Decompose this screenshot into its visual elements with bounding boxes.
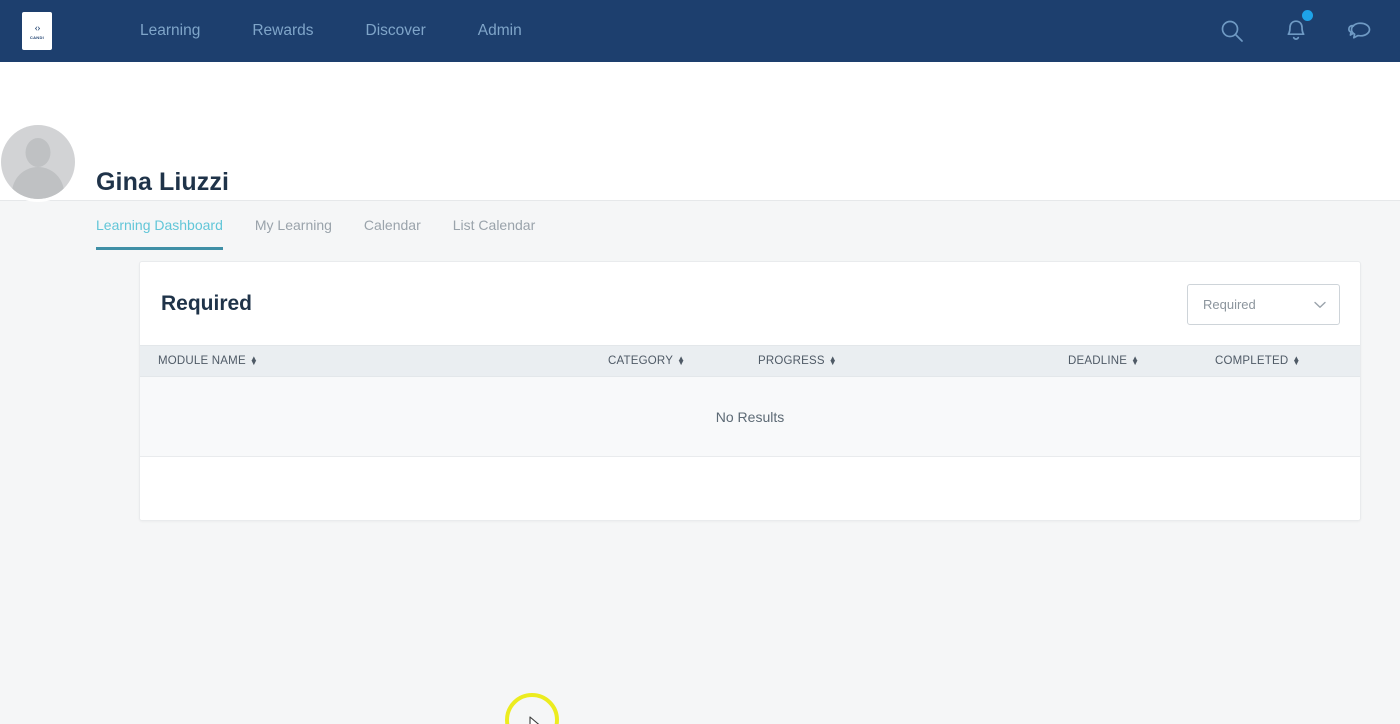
logo[interactable]: ‹› CANDI [22, 12, 52, 50]
avatar-body-shape [12, 167, 64, 199]
nav-link-discover[interactable]: Discover [340, 22, 452, 40]
required-filter-value: Required [1203, 297, 1256, 312]
empty-state-message: No Results [716, 409, 784, 425]
required-filter-select[interactable]: Required [1187, 284, 1340, 325]
nav-icon-group [1200, 0, 1400, 62]
required-table-header: MODULE NAME ▲▼ CATEGORY ▲▼ PROGRESS ▲▼ D… [140, 345, 1360, 377]
sort-icon: ▲▼ [1292, 357, 1300, 365]
notifications-button[interactable] [1264, 0, 1328, 62]
required-table-footer [140, 457, 1360, 519]
avatar[interactable] [0, 122, 78, 202]
nav-link-rewards[interactable]: Rewards [226, 22, 339, 40]
cursor-highlight-ring [505, 693, 559, 724]
mouse-cursor-icon [529, 716, 544, 724]
logo-glyph-icon: ‹› [34, 23, 39, 34]
column-header-completed[interactable]: COMPLETED ▲▼ [1215, 355, 1301, 367]
top-navigation-bar: ‹› CANDI Learning Rewards Discover Admin [0, 0, 1400, 62]
column-label: COMPLETED [1215, 355, 1288, 367]
search-button[interactable] [1200, 0, 1264, 62]
primary-nav: Learning Rewards Discover Admin [114, 22, 548, 40]
chevron-down-icon [1314, 296, 1326, 314]
column-label: CATEGORY [608, 355, 673, 367]
column-header-progress[interactable]: PROGRESS ▲▼ [758, 355, 1068, 367]
search-icon [1219, 18, 1245, 44]
avatar-head-shape [26, 138, 51, 167]
chat-icon [1346, 19, 1374, 43]
sort-icon: ▲▼ [1131, 357, 1139, 365]
nav-link-learning[interactable]: Learning [114, 22, 226, 40]
tab-my-learning[interactable]: My Learning [255, 217, 332, 250]
tab-list-calendar[interactable]: List Calendar [453, 217, 536, 250]
required-card-title: Required [161, 292, 252, 316]
column-header-deadline[interactable]: DEADLINE ▲▼ [1068, 355, 1215, 367]
required-table-body: No Results [140, 377, 1360, 457]
column-header-module-name[interactable]: MODULE NAME ▲▼ [158, 355, 608, 367]
profile-tabs: Learning Dashboard My Learning Calendar … [96, 217, 567, 250]
tab-calendar[interactable]: Calendar [364, 217, 421, 250]
profile-header: Gina Liuzzi Learning Dashboard My Learni… [0, 62, 1400, 201]
sort-icon: ▲▼ [250, 357, 258, 365]
sort-icon: ▲▼ [677, 357, 685, 365]
column-label: MODULE NAME [158, 355, 246, 367]
sort-icon: ▲▼ [829, 357, 837, 365]
avatar-placeholder-icon [1, 125, 75, 199]
required-card-header: Required Required [140, 262, 1360, 345]
bell-icon [1284, 18, 1308, 44]
column-header-category[interactable]: CATEGORY ▲▼ [608, 355, 758, 367]
notification-badge [1302, 10, 1313, 21]
required-card: Required Required MODULE NAME ▲▼ CATEGOR… [139, 261, 1361, 521]
messages-button[interactable] [1328, 0, 1392, 62]
tab-learning-dashboard[interactable]: Learning Dashboard [96, 217, 223, 250]
nav-link-admin[interactable]: Admin [452, 22, 548, 40]
column-label: DEADLINE [1068, 355, 1127, 367]
column-label: PROGRESS [758, 355, 825, 367]
page-title: Gina Liuzzi [96, 168, 229, 197]
logo-wordmark: CANDI [30, 36, 44, 40]
